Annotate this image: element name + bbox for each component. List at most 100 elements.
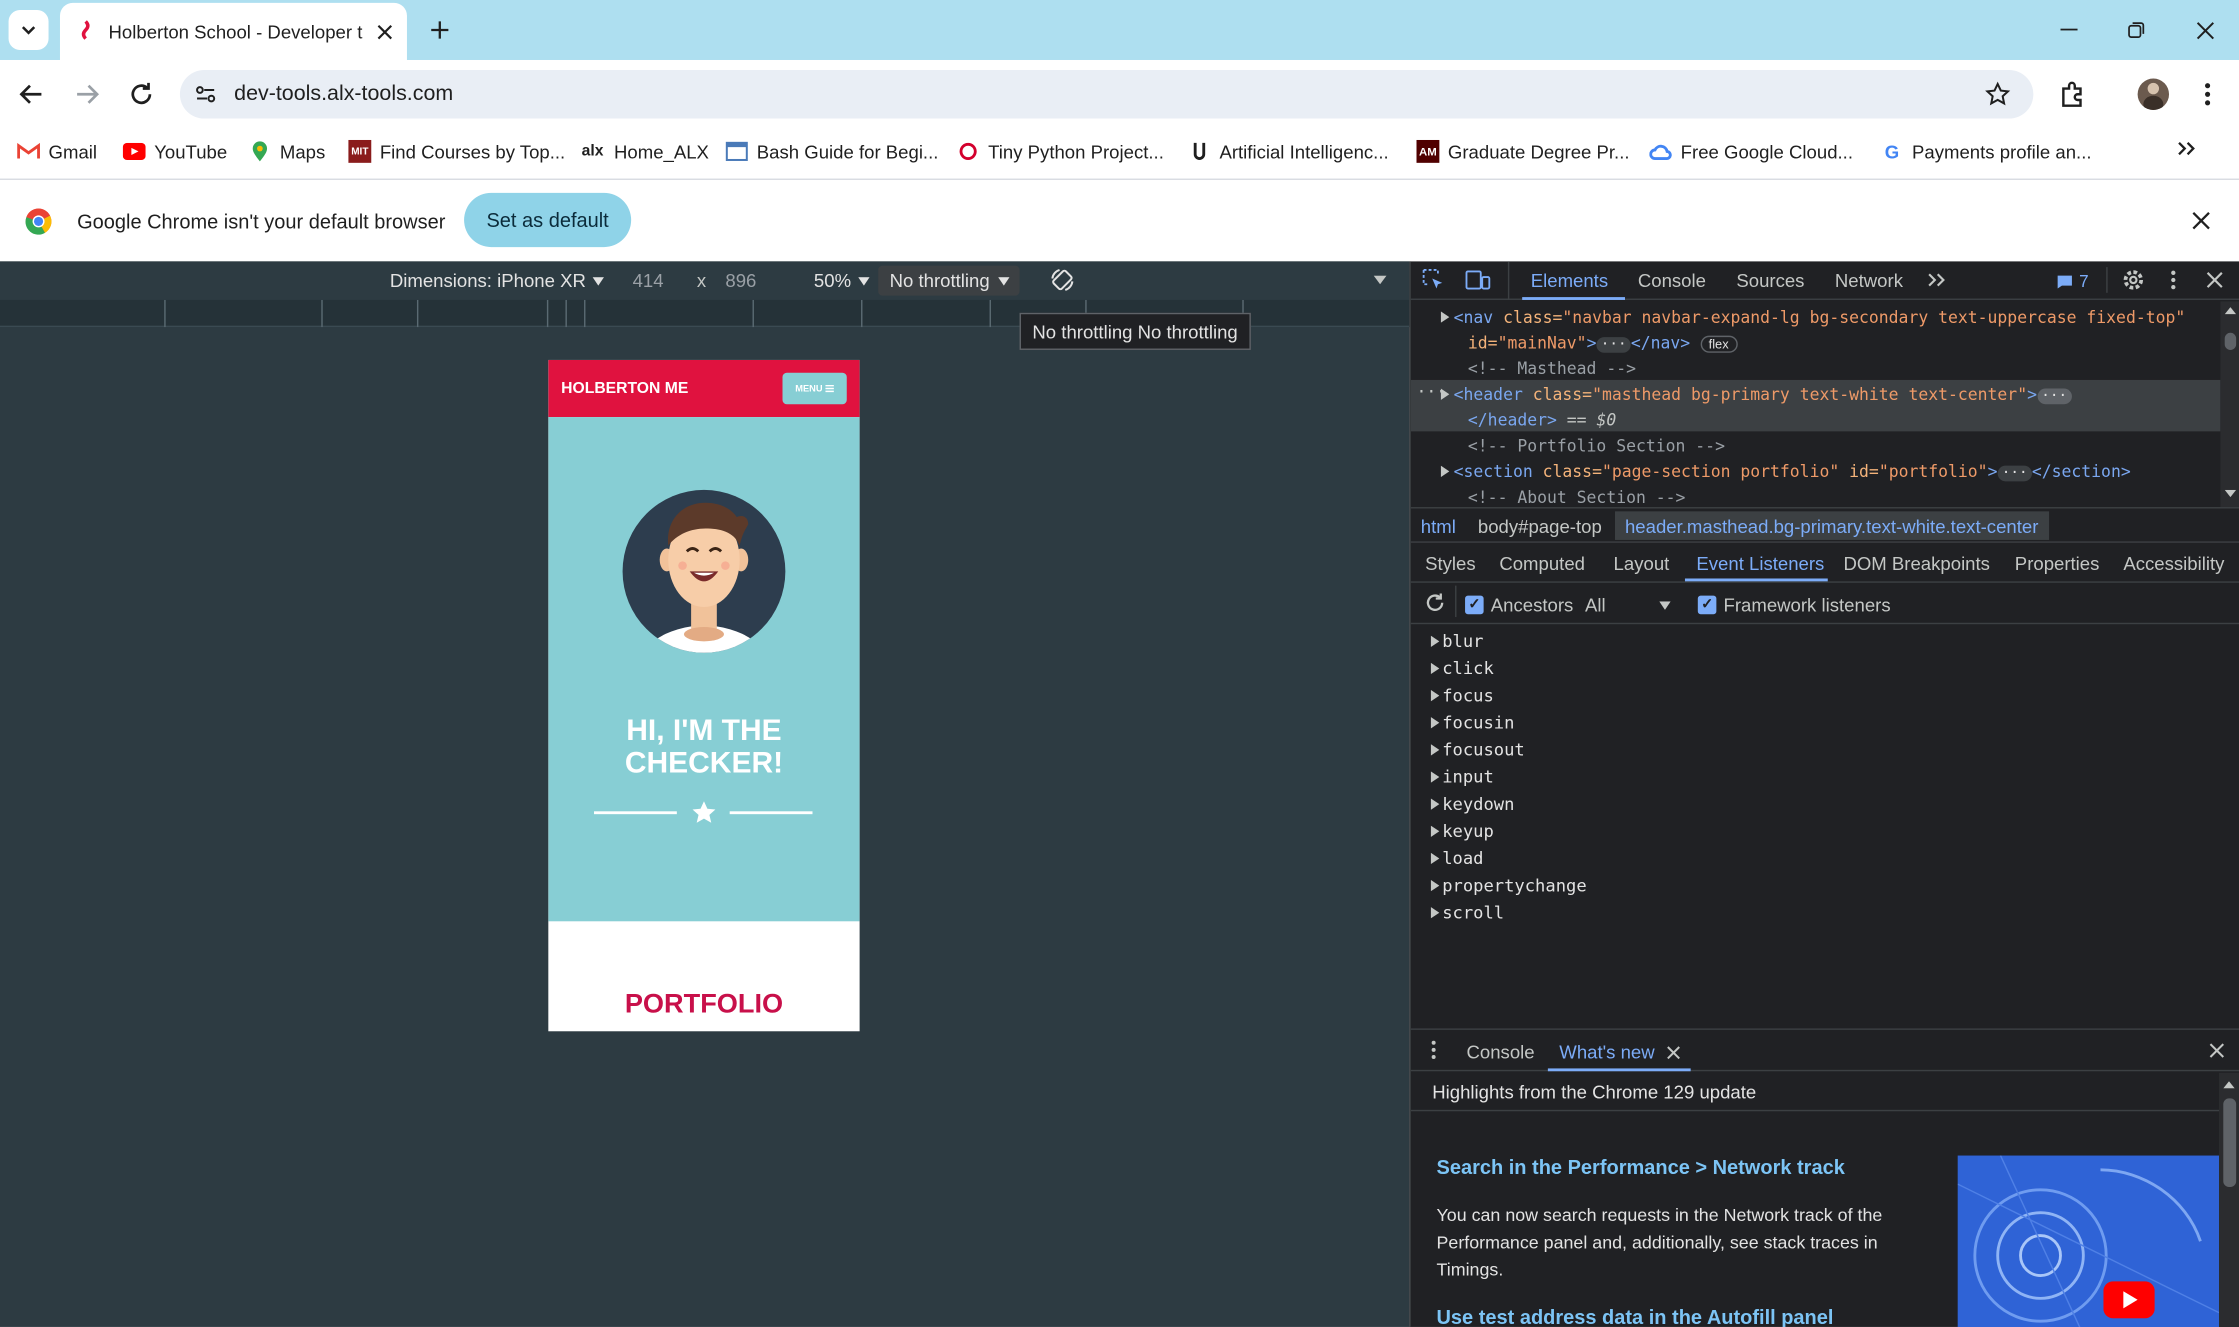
crumb-body[interactable]: body#page-top <box>1478 516 1602 537</box>
address-bar[interactable]: dev-tools.alx-tools.com <box>179 69 2034 119</box>
dom-node-nav-cont[interactable]: id="mainNav"> ··· </nav> flex <box>1468 333 1738 353</box>
caret-down-icon[interactable] <box>1373 275 1387 285</box>
whats-new-item-title-2[interactable]: Use test address data in the Autofill pa… <box>1436 1306 1833 1327</box>
bookmarks-overflow-button[interactable] <box>2176 140 2196 157</box>
bookmark-youtube[interactable]: YouTube <box>122 140 227 163</box>
bookmark-bash-guide[interactable]: Bash Guide for Begi... <box>725 140 938 163</box>
rotate-icon[interactable] <box>1050 267 1076 293</box>
browser-tab[interactable]: Holberton School - Developer t <box>59 2 407 60</box>
event-keydown[interactable]: keydown <box>1430 794 1514 814</box>
dom-node-nav[interactable]: <nav class="navbar navbar-expand-lg bg-s… <box>1440 307 2185 327</box>
default-browser-infobar: Google Chrome isn't your default browser… <box>0 181 2239 262</box>
zoom-dropdown[interactable]: 50% <box>814 270 870 291</box>
inspect-icon[interactable] <box>1422 269 1445 292</box>
framework-checkbox[interactable]: ✓ <box>1697 595 1717 615</box>
set-as-default-button[interactable]: Set as default <box>464 192 632 248</box>
play-icon[interactable] <box>2103 1281 2155 1319</box>
more-vert-icon[interactable] <box>2169 269 2178 292</box>
dom-scrollbar[interactable] <box>2220 301 2239 508</box>
event-focus[interactable]: focus <box>1430 686 1494 706</box>
new-tab-button[interactable] <box>423 13 457 47</box>
bookmark-alx[interactable]: alx Home_ALX <box>580 140 709 163</box>
avatar[interactable] <box>2137 78 2170 110</box>
extensions-button[interactable] <box>2059 80 2088 109</box>
minimize-button[interactable] <box>2036 0 2102 60</box>
event-load[interactable]: load <box>1430 848 1483 868</box>
ellipsis-badge[interactable]: ··· <box>1997 465 2032 482</box>
flex-badge[interactable]: flex <box>1700 335 1738 353</box>
event-keyup[interactable]: keyup <box>1430 821 1494 841</box>
event-name: click <box>1442 658 1494 679</box>
dom-node-header[interactable]: <header class="masthead bg-primary text-… <box>1440 384 2072 405</box>
whats-new-video-thumbnail[interactable] <box>1957 1155 2220 1327</box>
tab-accessibility[interactable]: Accessibility <box>2123 553 2224 574</box>
tab-properties[interactable]: Properties <box>2015 553 2100 574</box>
dimensions-dropdown[interactable]: Dimensions: iPhone XR <box>390 270 605 291</box>
scroll-thumb[interactable] <box>2223 1098 2237 1187</box>
restore-button[interactable] <box>2103 0 2169 60</box>
forward-button[interactable] <box>73 80 102 109</box>
ruler-tick <box>565 299 567 328</box>
phone-brand[interactable]: HOLBERTON ME <box>561 380 688 397</box>
height-input[interactable]: 896 <box>725 270 756 291</box>
ellipsis-badge[interactable]: ··· <box>1596 337 1631 353</box>
dom-node-header-close[interactable]: </header> == $0 <box>1468 410 1616 430</box>
back-button[interactable] <box>17 80 46 109</box>
tab-layout[interactable]: Layout <box>1614 553 1670 574</box>
event-input[interactable]: input <box>1430 767 1494 787</box>
device-toggle-icon[interactable] <box>1465 269 1491 292</box>
tab-search-button[interactable] <box>8 9 49 50</box>
close-icon[interactable] <box>2192 211 2211 230</box>
crumb-header[interactable]: header.masthead.bg-primary.text-white.te… <box>1614 511 2049 540</box>
bookmark-mit[interactable]: MIT Find Courses by Top... <box>348 139 565 163</box>
bookmark-tiny-python[interactable]: Tiny Python Project... <box>957 140 1164 163</box>
listener-type-select[interactable]: All <box>1585 594 1671 616</box>
event-focusout[interactable]: focusout <box>1430 740 1525 760</box>
bookmark-graduate[interactable]: AM Graduate Degree Pr... <box>1416 139 1630 163</box>
throttling-dropdown[interactable]: No throttling <box>878 265 1020 296</box>
star-icon[interactable] <box>1985 81 2011 107</box>
event-focusin[interactable]: focusin <box>1430 713 1514 733</box>
close-icon[interactable] <box>377 24 393 40</box>
bookmark-maps[interactable]: Maps <box>248 140 325 163</box>
bookmark-gmail[interactable]: Gmail <box>17 140 97 163</box>
tab-styles[interactable]: Styles <box>1425 553 1476 574</box>
bookmark-gcloud[interactable]: Free Google Cloud... <box>1649 140 1853 163</box>
whats-new-item-title[interactable]: Search in the Performance > Network trac… <box>1436 1156 1844 1179</box>
tab-event-listeners[interactable]: Event Listeners <box>1696 553 1824 574</box>
reload-button[interactable] <box>127 80 156 109</box>
close-icon[interactable] <box>1666 1045 1680 1059</box>
event-scroll[interactable]: scroll <box>1430 903 1504 923</box>
ellipsis-badge[interactable]: ··· <box>2036 388 2072 405</box>
tab-sources[interactable]: Sources <box>1736 270 1804 291</box>
close-icon[interactable] <box>2209 1043 2225 1059</box>
drawer-tab-console[interactable]: Console <box>1466 1041 1534 1062</box>
close-window-button[interactable] <box>2172 0 2238 60</box>
issues-counter[interactable]: 7 <box>2056 271 2089 291</box>
width-input[interactable]: 414 <box>633 270 664 291</box>
drawer-scrollbar[interactable] <box>2219 1072 2239 1327</box>
tab-dom-breakpoints[interactable]: DOM Breakpoints <box>1843 553 1989 574</box>
menu-button[interactable] <box>2196 80 2219 109</box>
ancestors-checkbox[interactable]: ✓ <box>1465 595 1484 615</box>
site-info-icon[interactable] <box>194 83 217 106</box>
event-blur[interactable]: blur <box>1430 631 1483 651</box>
close-icon[interactable] <box>2206 271 2223 288</box>
crumb-html[interactable]: html <box>1421 516 1456 537</box>
scroll-thumb[interactable] <box>2224 332 2237 350</box>
event-propertychange[interactable]: propertychange <box>1430 876 1587 896</box>
refresh-icon[interactable] <box>1424 591 1447 614</box>
dom-node-section[interactable]: <section class="page-section portfolio" … <box>1440 461 2131 482</box>
gear-icon[interactable] <box>2120 267 2146 293</box>
drawer-tab-whats-new[interactable]: What's new <box>1559 1041 1680 1063</box>
more-vert-icon[interactable] <box>1431 1040 1437 1060</box>
bookmark-ai[interactable]: Artificial Intelligenc... <box>1188 140 1389 163</box>
phone-menu-button[interactable]: MENU <box>782 372 847 405</box>
tab-console[interactable]: Console <box>1638 270 1706 291</box>
more-tabs-icon[interactable] <box>1926 271 1946 288</box>
tab-elements[interactable]: Elements <box>1531 270 1608 291</box>
tab-computed[interactable]: Computed <box>1499 553 1585 574</box>
tab-network[interactable]: Network <box>1835 270 1903 291</box>
event-click[interactable]: click <box>1430 658 1494 679</box>
bookmark-payments[interactable]: G Payments profile an... <box>1881 140 2092 163</box>
